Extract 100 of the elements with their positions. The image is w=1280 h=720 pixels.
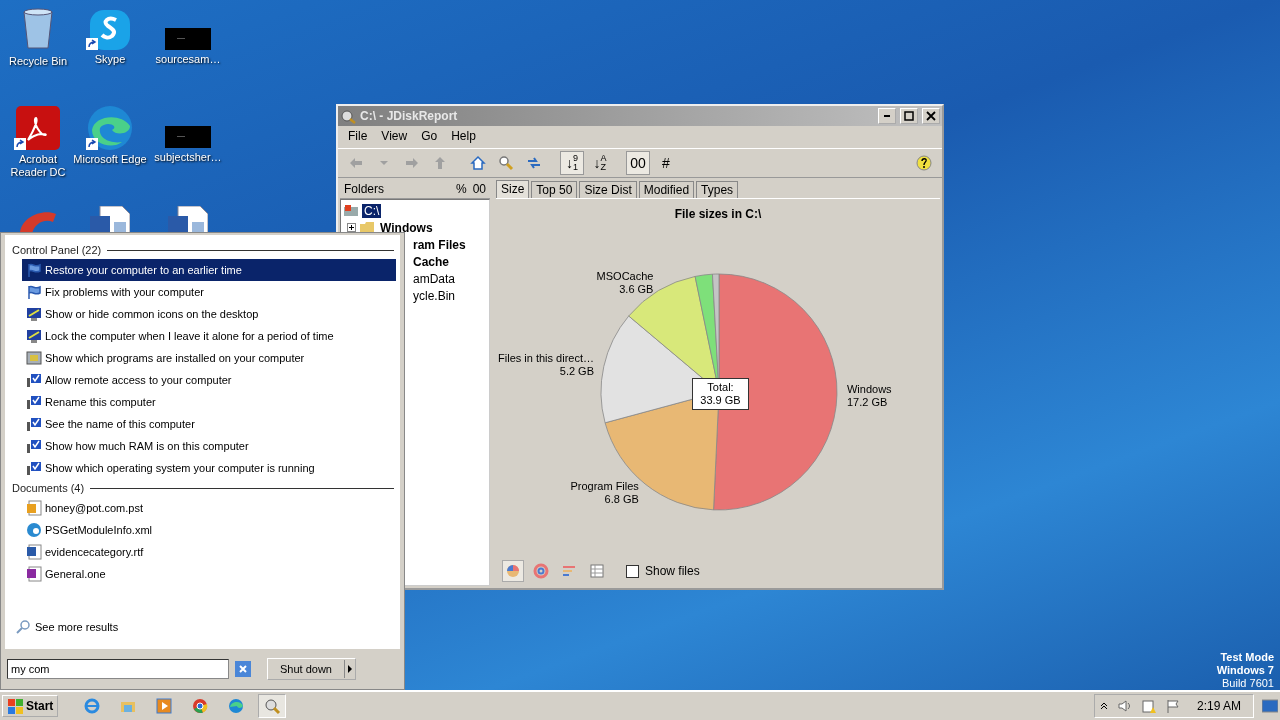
tree-item[interactable]: Cache: [411, 254, 452, 269]
note-file-icon: [26, 566, 42, 582]
speaker-icon[interactable]: [1116, 698, 1133, 714]
computer-icon: [26, 372, 42, 388]
tab[interactable]: Top 50: [531, 181, 578, 198]
tree-item[interactable]: amData: [411, 271, 458, 286]
chevron-up-icon[interactable]: [1098, 701, 1109, 711]
windows-logo-icon: [7, 697, 24, 715]
computer-icon: [26, 416, 42, 432]
checkbox-label[interactable]: Show files: [645, 564, 700, 578]
flag-icon: [26, 284, 42, 300]
result-item[interactable]: Rename this computer: [22, 391, 396, 413]
icon-label[interactable]: subjectsher…: [154, 151, 222, 164]
result-item[interactable]: Show which programs are installed on your computer: [22, 347, 396, 369]
checkbox[interactable]: [626, 564, 639, 578]
icon-label[interactable]: Recycle Bin: [8, 55, 68, 68]
mail-file-icon: [26, 500, 42, 516]
bar-chart-icon[interactable]: [561, 563, 577, 579]
browser-icon[interactable]: [83, 697, 102, 715]
menu-item[interactable]: Go: [421, 129, 438, 145]
search-field[interactable]: my com: [7, 659, 229, 679]
tree-item[interactable]: ram Files: [411, 237, 468, 252]
close-icon: [926, 111, 936, 121]
close-button[interactable]: [922, 108, 940, 124]
expand-icon[interactable]: [347, 223, 356, 232]
toggle-button[interactable]: #: [654, 151, 678, 175]
total-label: Total:: [707, 381, 734, 394]
result-item[interactable]: Lock the computer when I leave it alone for a period of time: [22, 325, 396, 347]
result-item[interactable]: See the name of this computer: [22, 413, 396, 435]
table-icon[interactable]: [589, 563, 605, 579]
group-heading: Documents (4): [12, 482, 85, 494]
maximize-icon: [904, 111, 914, 121]
percent-toggle[interactable]: %: [455, 182, 467, 196]
caret-icon: [345, 663, 355, 675]
document-icon: [168, 206, 208, 234]
document-icon: [90, 206, 130, 234]
browser-icon: [88, 106, 132, 150]
flag-icon[interactable]: [1164, 698, 1181, 714]
menu-item[interactable]: View: [381, 129, 408, 145]
tree-item[interactable]: C:\: [362, 203, 382, 218]
result-item[interactable]: PSGetModuleInfo.xml: [22, 519, 396, 541]
close-icon: [238, 664, 248, 674]
tab[interactable]: Size: [496, 180, 530, 198]
monitor-icon: [26, 328, 42, 344]
value-label: 6.8 GB: [604, 492, 639, 505]
refresh-icon: [526, 155, 542, 171]
see-more-link[interactable]: See more results: [35, 621, 119, 633]
tree-item[interactable]: Windows: [378, 220, 435, 235]
tab[interactable]: Modified: [638, 181, 695, 198]
icon-label[interactable]: Skype: [94, 53, 126, 66]
tree-item[interactable]: ycle.Bin: [411, 288, 458, 303]
menu-item[interactable]: Help: [451, 129, 476, 145]
pie-chart-icon[interactable]: [505, 563, 521, 579]
test-mode-text: Windows 7: [1216, 664, 1274, 677]
flag-icon: [26, 262, 42, 278]
tab[interactable]: Size Dist: [579, 181, 637, 198]
shortcut-arrow-icon: [14, 138, 26, 150]
search-icon: [498, 155, 514, 171]
icon-label[interactable]: sourcesam…: [155, 53, 221, 66]
slice-label: MSOCache: [596, 270, 654, 283]
clear-button[interactable]: [235, 661, 251, 677]
result-item[interactable]: Show which operating system your computer is running: [22, 457, 396, 479]
result-item[interactable]: Restore your computer to an earlier time: [22, 259, 396, 281]
value-label: 3.6 GB: [619, 283, 654, 296]
drive-icon: [343, 202, 359, 219]
result-item[interactable]: General.one: [22, 563, 396, 585]
result-item[interactable]: Show how much RAM is on this computer: [22, 435, 396, 457]
browser-icon[interactable]: [191, 697, 210, 715]
media-player-icon[interactable]: [155, 697, 174, 715]
ring-chart-icon[interactable]: [533, 563, 549, 579]
maximize-button[interactable]: [900, 108, 918, 124]
programs-icon: [26, 350, 42, 366]
pdf-icon: [16, 106, 60, 150]
test-mode-text: Build 7601: [1222, 677, 1274, 690]
window-title: C:\ - JDiskReport: [360, 109, 459, 123]
search-icon: [15, 619, 31, 635]
minimize-button[interactable]: [878, 108, 896, 124]
help-icon: [916, 155, 932, 171]
show-desktop-icon[interactable]: [1262, 698, 1278, 714]
result-item[interactable]: Fix problems with your computer: [22, 281, 396, 303]
toggle-button[interactable]: 00: [626, 151, 650, 175]
home-icon: [470, 155, 486, 171]
icon-label[interactable]: Microsoft Edge: [73, 153, 147, 166]
start-button[interactable]: Start: [2, 695, 59, 717]
file-thumbnail-icon: [165, 28, 211, 50]
tab[interactable]: Types: [696, 181, 739, 198]
word-file-icon: [26, 544, 42, 560]
size-toggle[interactable]: 00: [472, 182, 486, 196]
menu-item[interactable]: File: [348, 129, 368, 145]
chart-title: File sizes in C:\: [674, 207, 762, 223]
value-label: 5.2 GB: [559, 365, 594, 378]
result-item[interactable]: honey@pot.com.pst: [22, 497, 396, 519]
network-warning-icon[interactable]: [1140, 698, 1157, 714]
result-item[interactable]: Show or hide common icons on the desktop: [22, 303, 396, 325]
browser-icon[interactable]: [227, 697, 246, 715]
result-item[interactable]: evidencecategory.rtf: [22, 541, 396, 563]
minimize-icon: [884, 115, 890, 117]
total-value: 33.9 GB: [700, 394, 741, 407]
result-item[interactable]: Allow remote access to your computer: [22, 369, 396, 391]
shut-down-button[interactable]: Shut down: [267, 658, 356, 680]
